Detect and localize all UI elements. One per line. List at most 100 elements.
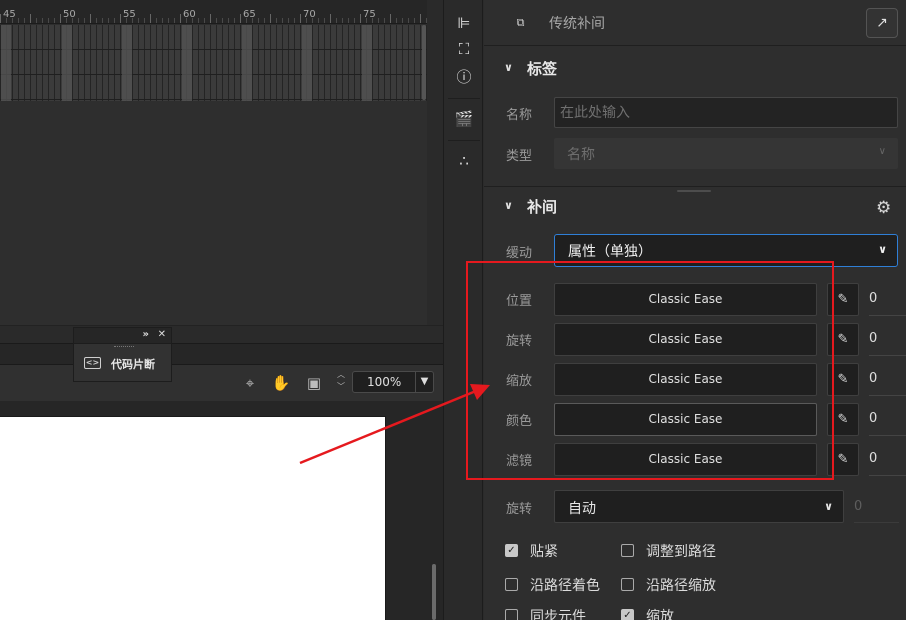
chevron-down-icon[interactable]: ▼: [415, 372, 433, 392]
panel-separator[interactable]: [0, 343, 443, 365]
zoom-select[interactable]: 100% ▼: [352, 371, 434, 393]
ruler-tick: [228, 18, 229, 23]
annotation-highlight-box: [466, 261, 834, 480]
ruler-tick: [114, 18, 115, 23]
ruler-tick: [312, 18, 313, 23]
ruler-tick: [276, 18, 277, 23]
rotate-select[interactable]: 自动 ∨: [554, 490, 844, 523]
center-stage-icon[interactable]: ⌖: [240, 373, 260, 393]
stage-toolbar: ⌖ ✋ ▣ ︿ ﹀ 100% ▼: [0, 365, 443, 401]
ruler-tick: [108, 18, 109, 23]
gear-icon[interactable]: ⚙: [876, 198, 891, 218]
ruler-tick: [402, 18, 403, 23]
motion-presets-icon[interactable]: ∴: [453, 150, 475, 172]
ruler-tick: [192, 18, 193, 23]
name-label: 名称: [506, 108, 533, 123]
label-section-title: 标签: [527, 60, 558, 78]
checkbox-checked[interactable]: ✓: [621, 609, 634, 620]
ruler-tick: [336, 18, 337, 23]
info-panel-icon[interactable]: ⓘ: [453, 66, 475, 88]
rotate-label: 旋转: [506, 502, 533, 517]
ruler-tick: [180, 14, 181, 23]
checkbox-checked[interactable]: ✓: [505, 544, 518, 557]
ruler-tick: [174, 18, 175, 23]
ruler-tick: [12, 18, 13, 23]
open-in-new-button[interactable]: ↗: [866, 8, 898, 38]
ease-value-field[interactable]: 0: [869, 403, 906, 436]
ruler-tick: [72, 18, 73, 23]
zoom-value: 100%: [367, 375, 402, 389]
hand-tool-icon[interactable]: ✋: [271, 373, 291, 393]
ruler-tick: [204, 18, 205, 23]
ruler-tick: [390, 14, 391, 23]
ruler-tick: [396, 18, 397, 23]
stage-canvas[interactable]: [0, 416, 386, 620]
ruler-tick: [216, 18, 217, 23]
zoom-stepper[interactable]: ︿ ﹀: [333, 369, 349, 395]
frame-marker: [362, 25, 372, 101]
type-select-value: 名称: [567, 147, 595, 163]
ruler-tick: [258, 18, 259, 23]
properties-header: ⧉ 传统补间 ↗: [484, 0, 906, 46]
ruler-tick: [60, 14, 61, 23]
chevron-down-icon[interactable]: ∨: [504, 61, 513, 74]
ruler-tick: [24, 18, 25, 23]
timeline-stage-area: 45 50 55 60 65 70 75 ⌖ ✋ ▣ ︿ ﹀ 100% ▼ » …: [0, 0, 443, 620]
timeline-scroll-thumb[interactable]: [422, 25, 426, 100]
clip-content-icon[interactable]: ▣: [304, 373, 324, 393]
ease-value-field[interactable]: 0: [869, 443, 906, 476]
checkbox-unchecked[interactable]: [621, 544, 634, 557]
expand-panel-icon[interactable]: »: [143, 329, 149, 340]
chevron-down-icon[interactable]: ∨: [504, 199, 513, 212]
timeline-horizontal-scrollbar[interactable]: [0, 325, 443, 343]
ruler-tick: [288, 18, 289, 23]
code-snippets-label[interactable]: 代码片断: [111, 356, 155, 372]
checkbox-unchecked[interactable]: [621, 578, 634, 591]
ruler-tick: [414, 18, 415, 23]
frame-marker: [62, 25, 72, 101]
classic-tween-icon: ⧉: [516, 16, 525, 29]
checkbox-unchecked[interactable]: [505, 578, 518, 591]
ruler-tick: [330, 14, 331, 23]
transform-panel-icon[interactable]: ⛶: [453, 38, 475, 60]
ruler-tick: [90, 14, 91, 23]
ruler-label: 65: [243, 9, 256, 20]
timeline-empty-area: [0, 101, 427, 326]
ruler-tick: [126, 18, 127, 23]
timeline-frames-grid[interactable]: [0, 25, 427, 101]
scene-panel-icon[interactable]: 🎬: [453, 108, 475, 130]
ruler-tick: [96, 18, 97, 23]
align-panel-icon[interactable]: ⊫: [453, 12, 475, 34]
ease-value-field[interactable]: 0: [869, 283, 906, 316]
ruler-tick: [342, 18, 343, 23]
timeline-ruler[interactable]: 45 50 55 60 65 70 75: [0, 0, 427, 24]
ease-value-field[interactable]: 0: [869, 363, 906, 396]
code-snippets-floating-panel[interactable]: » ✕ <> 代码片断: [73, 327, 172, 382]
ease-mode-value: 属性（单独）: [568, 244, 652, 260]
ruler-tick: [156, 18, 157, 23]
ruler-tick: [120, 14, 121, 23]
frame-marker: [182, 25, 192, 101]
close-icon[interactable]: ✕: [158, 329, 166, 340]
drag-grip-icon[interactable]: [114, 346, 134, 349]
ruler-tick: [222, 18, 223, 23]
ruler-tick: [282, 18, 283, 23]
ruler-label: 75: [363, 9, 376, 20]
ruler-tick: [66, 18, 67, 23]
checkbox-unchecked[interactable]: [505, 609, 518, 620]
ruler-tick: [372, 18, 373, 23]
label-name-input[interactable]: [554, 97, 898, 128]
dock-divider: [448, 140, 480, 141]
ruler-tick: [252, 18, 253, 23]
timeline-vertical-scrollbar[interactable]: [427, 0, 443, 345]
tween-section-header[interactable]: ∨ 补间: [484, 186, 906, 226]
ease-value-field[interactable]: 0: [869, 323, 906, 356]
ruler-tick: [210, 14, 211, 23]
stage-scroll-thumb[interactable]: [432, 564, 436, 620]
label-section-header[interactable]: ∨ 标签: [484, 48, 906, 88]
rotate-count-field[interactable]: 0: [854, 490, 899, 523]
label-type-select[interactable]: 名称 ∨: [554, 138, 898, 169]
floating-panel-header[interactable]: » ✕: [74, 328, 171, 344]
ruler-tick: [354, 18, 355, 23]
ruler-tick: [240, 14, 241, 23]
